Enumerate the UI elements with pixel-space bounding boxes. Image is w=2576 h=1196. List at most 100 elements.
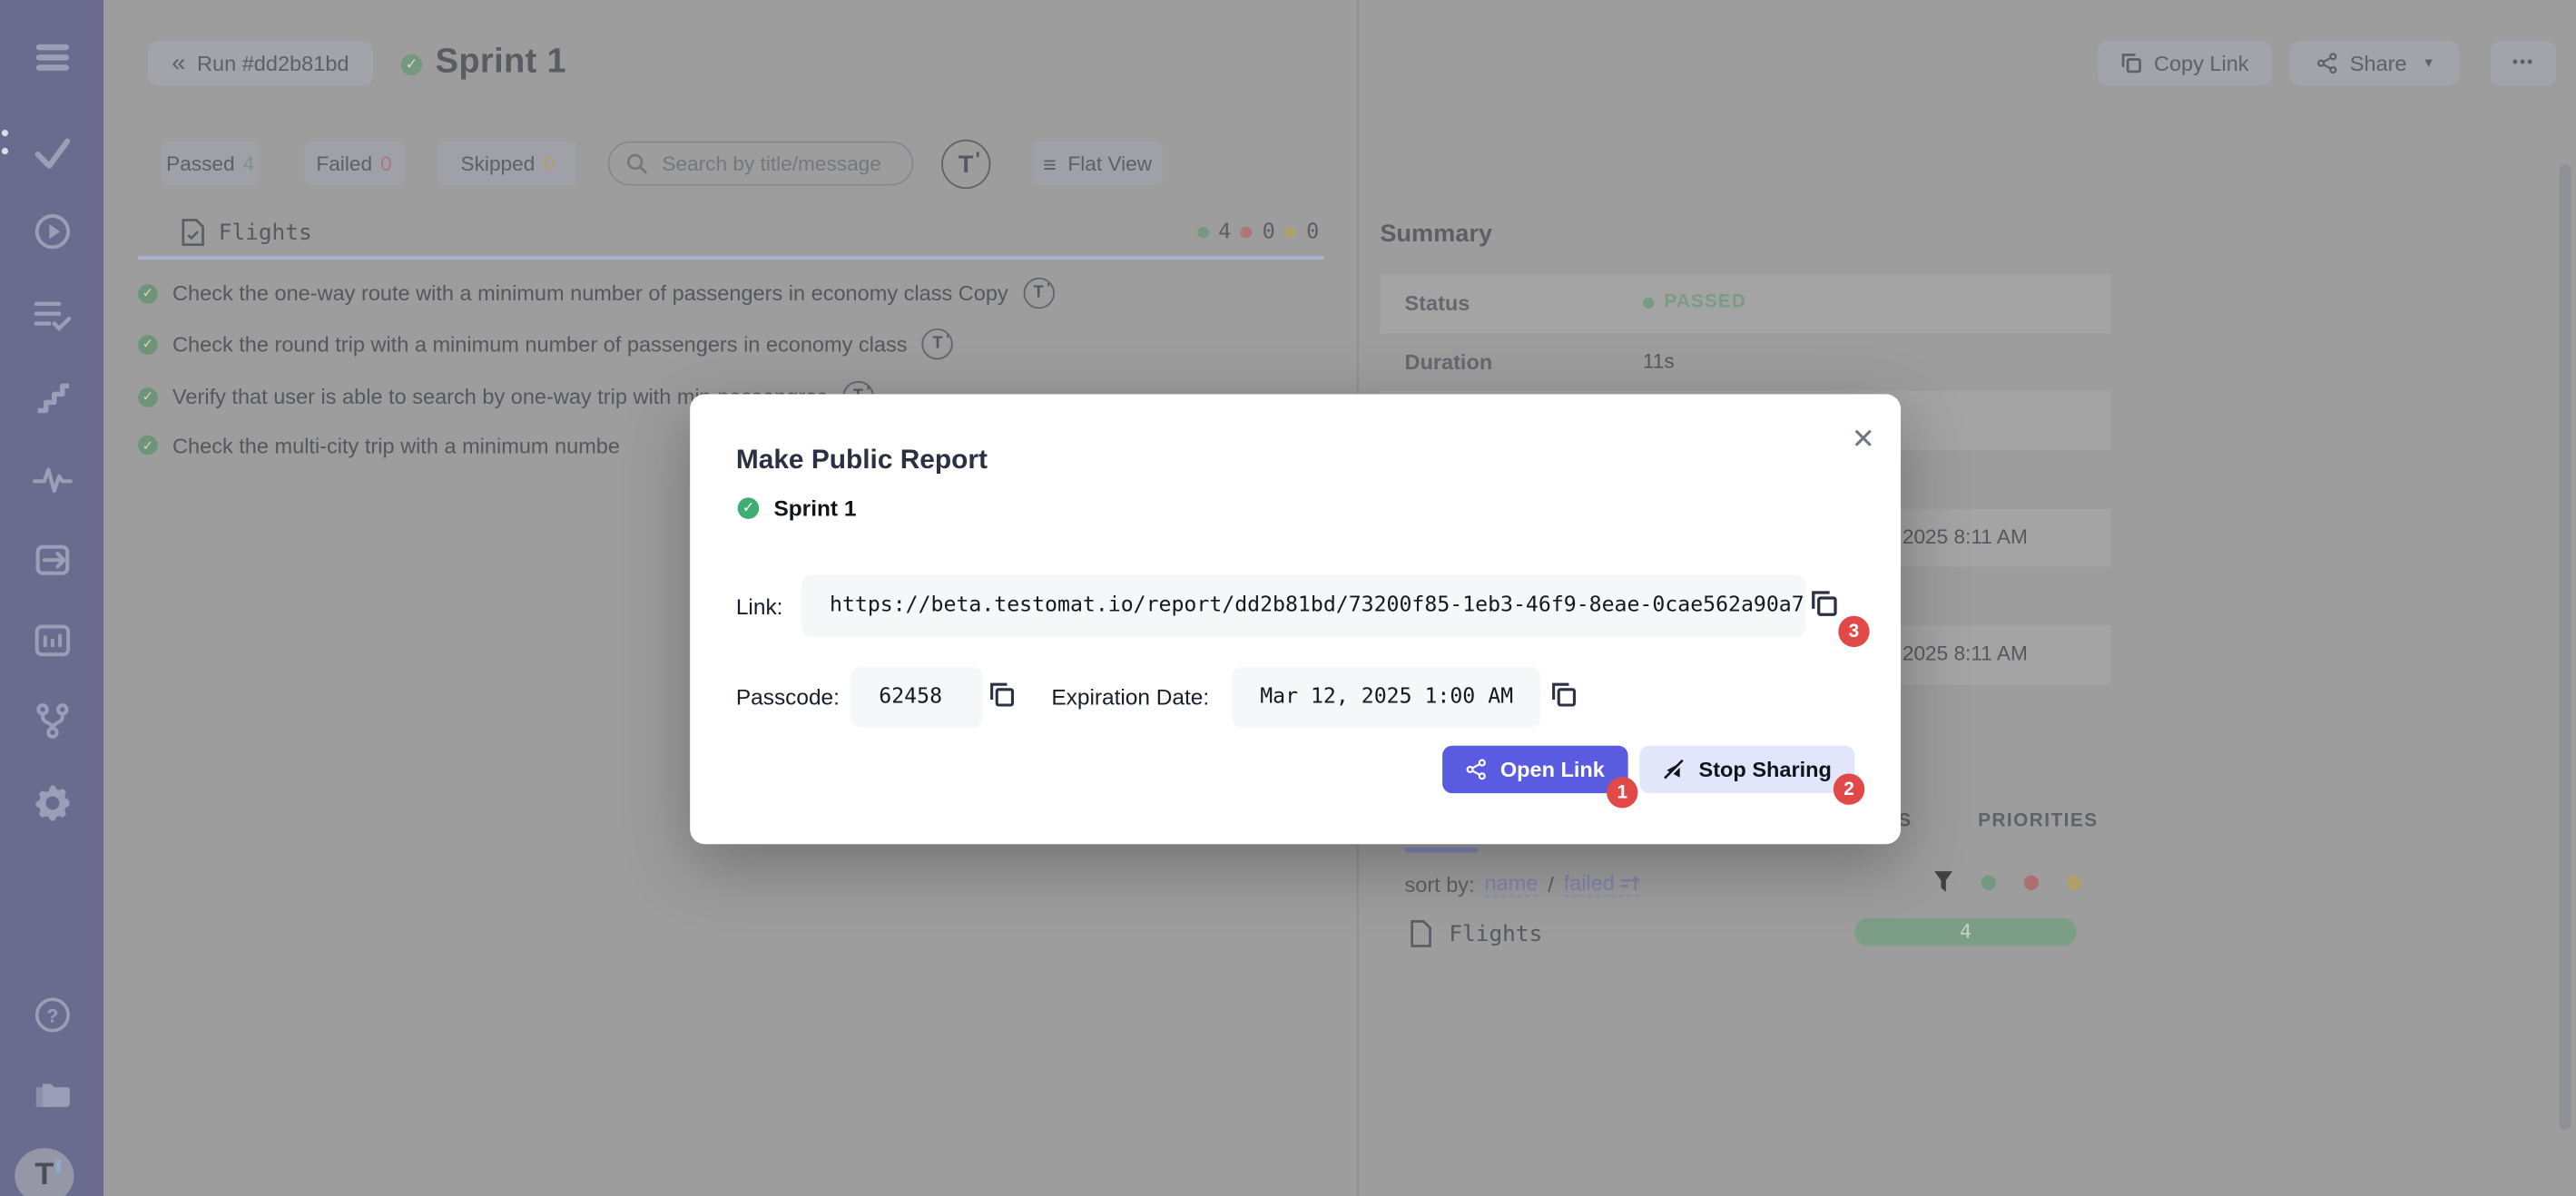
filter-failed-button[interactable]: Failed 0 [304,142,404,186]
tab-priorities[interactable]: PRIORITIES [1978,811,2098,831]
flat-view-button[interactable]: ≡ Flat View [1032,142,1164,186]
copy-link-label: Copy Link [2154,51,2249,75]
legend-failed-dot[interactable] [2024,875,2039,889]
sidebar-active-dot-1 [2,130,8,136]
suite-divider [138,256,1324,259]
page-title: Sprint 1 [436,43,566,82]
steps-icon[interactable] [0,373,103,422]
copy-icon [2121,53,2143,74]
test-row[interactable]: ✓ Check the round trip with a minimum nu… [138,328,953,359]
search-icon [626,152,648,174]
sort-asc-icon [1619,873,1639,893]
passcode-field[interactable]: 62458 [851,667,983,728]
open-link-button[interactable]: Open Link [1442,746,1628,793]
test-passed-icon: ✓ [138,334,158,354]
failed-dot [1241,227,1253,239]
run-status-check-icon: ✓ [401,54,423,76]
flat-view-label: Flat View [1067,152,1152,174]
svg-text:?: ? [45,1005,57,1027]
test-title[interactable]: Check the multi-city trip with a minimum… [172,433,620,457]
filter-passed-button[interactable]: Passed 4 [162,142,258,186]
share-button[interactable]: Share ▾ [2290,41,2459,85]
test-plans-icon[interactable] [0,290,103,339]
stat-suite-name[interactable]: Flights [1449,921,1542,947]
skipped-label: Skipped [461,152,536,174]
test-title[interactable]: Check the round trip with a minimum numb… [172,332,908,357]
passed-dot [1197,227,1209,239]
passed-label: Passed [166,152,234,174]
testomat-logo-icon[interactable]: T [15,1148,74,1196]
test-title[interactable]: Check the one-way route with a minimum n… [172,280,1008,305]
summary-label: Status [1404,274,1470,333]
ai-filter-logo-icon[interactable]: T [941,140,990,189]
tests-check-icon[interactable] [0,128,103,177]
copy-link-button[interactable]: Copy Link [2098,41,2272,85]
analytics-icon[interactable] [0,616,103,665]
stat-file-icon [1410,920,1432,956]
branches-icon[interactable] [0,696,103,745]
copy-passcode-icon-button[interactable] [989,681,1016,708]
scrollbar-thumb[interactable] [2560,164,2571,1130]
run-passed-icon: ✓ [738,497,760,519]
make-public-report-modal: ✕ Make Public Report ✓ Sprint 1 Link: ht… [690,394,1901,844]
legend-skipped-dot[interactable] [2067,875,2081,889]
share-icon [1466,759,1488,780]
suite-failed-count: 0 [1263,221,1275,245]
sidebar-active-dot-2 [2,148,8,154]
status-dot [1643,298,1655,309]
open-link-label: Open Link [1500,757,1605,781]
help-icon[interactable]: ? [0,990,103,1039]
test-row[interactable]: ✓ Check the multi-city trip with a minim… [138,433,620,457]
passcode-label: Passcode: [736,685,840,710]
import-icon[interactable] [0,535,103,584]
close-icon[interactable]: ✕ [1852,426,1875,454]
copy-link-icon-button[interactable] [1811,590,1839,618]
summary-row-duration: Duration 11s [1380,333,2110,392]
sort-label: sort by: [1404,871,1474,896]
sort-by-failed-link[interactable]: failed [1564,870,1639,897]
failed-label: Failed [316,152,372,174]
back-to-run-button[interactable]: « Run #dd2b81bd [148,41,373,85]
stop-sharing-button[interactable]: Stop Sharing [1639,746,1854,793]
logo-letter: T [34,1158,54,1194]
share-off-icon [1663,758,1686,780]
suite-name[interactable]: Flights [219,221,312,247]
skipped-dot [1285,227,1297,239]
modal-title: Make Public Report [736,445,988,475]
suite-skipped-count: 0 [1306,221,1319,245]
active-tab-underline [1404,848,1478,852]
expiration-field[interactable]: Mar 12, 2025 1:00 AM [1232,667,1540,728]
skipped-count: 0 [543,152,555,174]
badge-1: 1 [1607,777,1637,808]
funnel-icon[interactable] [1933,870,1953,893]
test-ai-icon[interactable]: T [922,328,953,359]
more-actions-button[interactable]: ••• [2491,41,2556,85]
test-passed-icon: ✓ [138,283,158,303]
sidebar: ? T [0,0,103,1196]
search-input[interactable] [659,151,930,177]
test-ai-icon[interactable]: T [1023,278,1054,309]
summary-label: Duration [1404,333,1492,392]
runs-play-icon[interactable] [0,207,103,256]
stat-passed-bar[interactable]: 4 [1854,918,2076,946]
sort-separator: / [1548,871,1554,896]
filter-skipped-button[interactable]: Skipped 0 [438,142,576,186]
copy-expiration-icon-button[interactable] [1551,681,1578,708]
pulse-icon[interactable] [0,454,103,503]
summary-row-status: Status PASSED [1380,274,2110,333]
sort-bar: sort by: name / failed [1404,870,1639,897]
share-caret-icon: ▾ [2425,54,2433,73]
test-row[interactable]: ✓ Check the one-way route with a minimum… [138,278,1054,309]
stop-sharing-label: Stop Sharing [1699,757,1832,781]
menu-icon[interactable] [0,33,103,82]
projects-folder-icon[interactable] [0,1071,103,1120]
legend-passed-dot[interactable] [1981,875,1996,889]
status-value: PASSED [1664,274,1746,333]
settings-gear-icon[interactable] [0,779,103,828]
sort-by-name-link[interactable]: name [1484,870,1538,897]
public-link-field[interactable]: https://beta.testomat.io/report/dd2b81bd… [801,574,1805,637]
summary-value: 11s [1643,333,1675,392]
flat-view-icon: ≡ [1043,151,1057,177]
expiration-label: Expiration Date: [1051,685,1209,710]
badge-3: 3 [1838,616,1869,647]
